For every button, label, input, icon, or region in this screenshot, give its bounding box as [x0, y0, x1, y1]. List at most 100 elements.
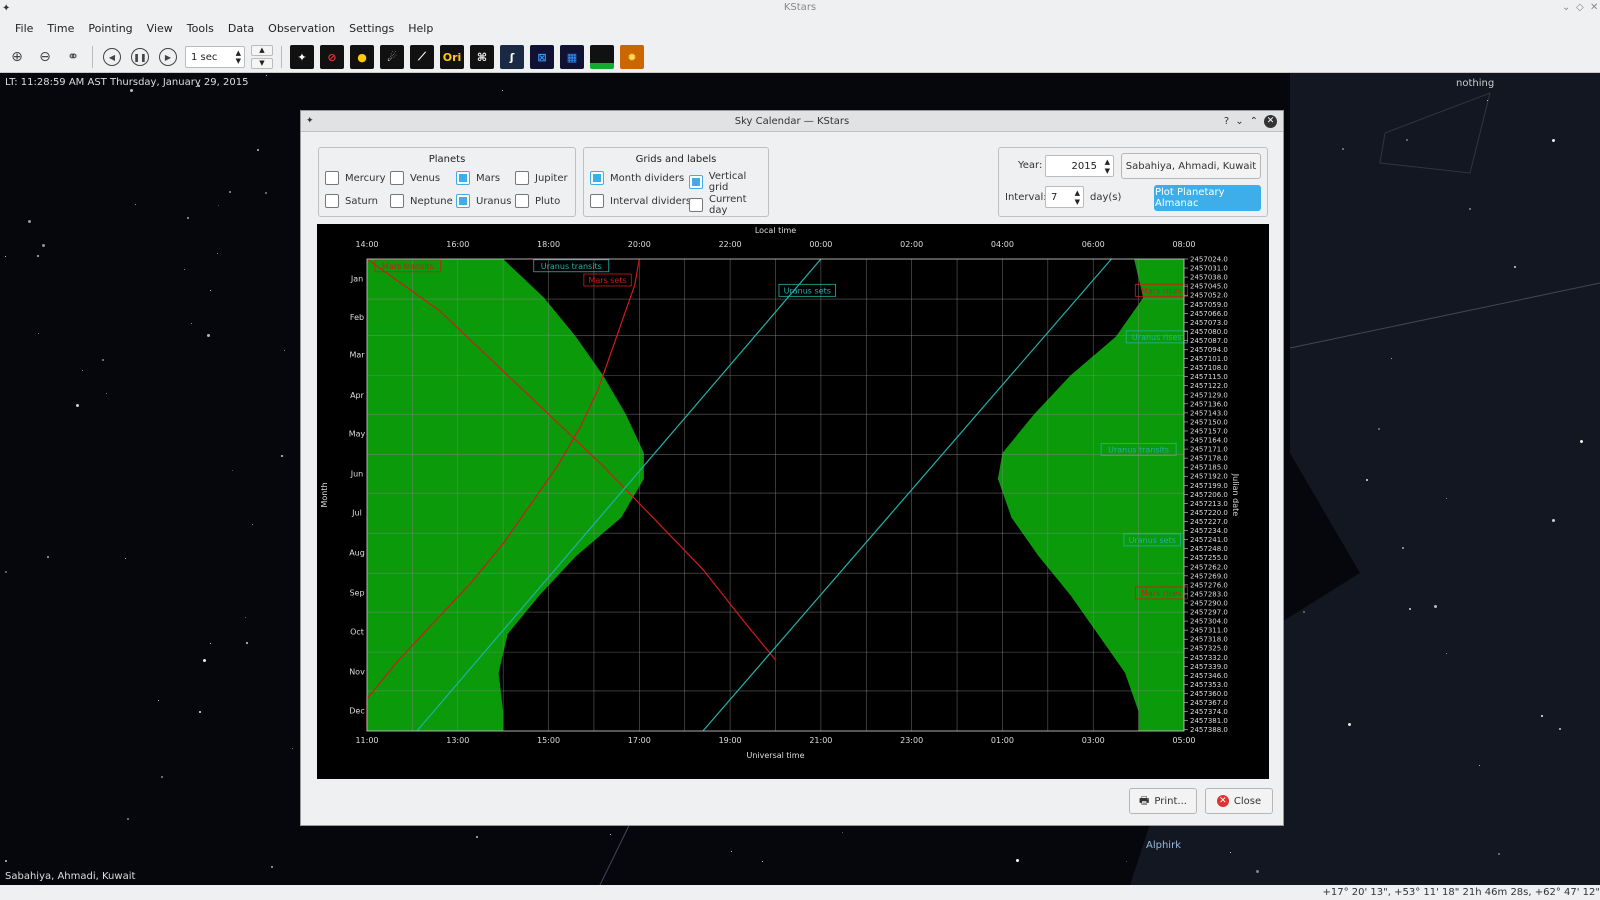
julian-date-label: 2457045.0 [1190, 283, 1228, 291]
plot-almanac-button[interactable]: Plot Planetary Almanac [1154, 185, 1261, 211]
star [762, 861, 763, 862]
checkbox-mars[interactable]: Mars [456, 171, 500, 185]
julian-date-label: 2457367.0 [1190, 699, 1228, 707]
local-time-label: LT: 11:28:59 AM AST Thursday, January 29… [5, 77, 249, 88]
checkbox-jupiter-box[interactable] [515, 171, 529, 185]
spin-arrows-icon[interactable]: ▲ ▼ [236, 49, 241, 65]
checkbox-mercury-box[interactable] [325, 171, 339, 185]
checkbox-mercury[interactable]: Mercury [325, 171, 386, 185]
checkbox-uranus[interactable]: Uranus [456, 194, 511, 208]
year-spin-arrows-icon[interactable]: ▲ ▼ [1105, 158, 1110, 176]
checkbox-mars-box[interactable] [456, 171, 470, 185]
menu-observation[interactable]: Observation [261, 22, 342, 35]
menu-view[interactable]: View [140, 22, 180, 35]
ground-icon[interactable] [590, 45, 614, 69]
step-down-icon[interactable]: ▼ [251, 58, 273, 69]
interval-spin-arrows-icon[interactable]: ▲ ▼ [1075, 189, 1080, 207]
help-icon[interactable]: ? [1224, 111, 1229, 132]
star [1469, 208, 1471, 210]
menu-settings[interactable]: Settings [342, 22, 401, 35]
checkbox-current-day-box[interactable] [689, 198, 703, 212]
supernovae-icon[interactable]: ✹ [620, 45, 644, 69]
month-tick-label: Sep [349, 589, 364, 598]
star [191, 323, 192, 324]
geo-location-label: Sabahiya, Ahmadi, Kuwait [5, 871, 136, 882]
close-icon[interactable]: ✕ [1590, 0, 1598, 15]
maximize-icon[interactable]: ◇ [1576, 0, 1584, 15]
top-tick-label: 06:00 [1082, 240, 1105, 249]
top-tick-label: 18:00 [537, 240, 560, 249]
checkbox-neptune[interactable]: Neptune [390, 194, 453, 208]
time-unit-stepper[interactable]: ▲ ▼ [251, 45, 273, 69]
star [476, 836, 478, 838]
checkbox-current-day[interactable]: Current day [689, 194, 768, 216]
deep-sky-toggle-icon[interactable]: ⊘ [320, 45, 344, 69]
menu-pointing[interactable]: Pointing [81, 22, 139, 35]
pause-button[interactable]: ❚❚ [129, 46, 151, 68]
menu-file[interactable]: File [8, 22, 40, 35]
constellation-boundaries-icon[interactable]: ⌘ [470, 45, 494, 69]
interval-label: Interval: [1005, 192, 1047, 203]
star [217, 253, 218, 254]
month-tick-label: Feb [350, 313, 364, 322]
zoom-out-icon[interactable]: ⊖ [34, 46, 56, 68]
checkbox-saturn[interactable]: Saturn [325, 194, 378, 208]
menu-time[interactable]: Time [40, 22, 81, 35]
step-up-icon[interactable]: ▲ [251, 45, 273, 56]
location-button[interactable]: Sabahiya, Ahmadi, Kuwait [1121, 153, 1261, 179]
zoom-in-icon[interactable]: ⊕ [6, 46, 28, 68]
solar-system-toggle-icon[interactable]: ● [350, 45, 374, 69]
maximize-icon[interactable]: ⌃ [1250, 111, 1258, 132]
checkbox-jupiter[interactable]: Jupiter [515, 171, 568, 185]
checkbox-vertical-grid[interactable]: Vertical grid [689, 171, 768, 193]
checkbox-saturn-box[interactable] [325, 194, 339, 208]
close-icon[interactable]: ✕ [1264, 115, 1277, 128]
month-tick-label: Jun [350, 470, 364, 479]
checkbox-pluto-label: Pluto [535, 195, 561, 207]
checkbox-pluto[interactable]: Pluto [515, 194, 560, 208]
stars-toggle-icon[interactable]: ✦ [290, 45, 314, 69]
menu-data[interactable]: Data [221, 22, 261, 35]
menu-help[interactable]: Help [401, 22, 440, 35]
equatorial-grid-icon[interactable]: ⊠ [530, 45, 554, 69]
year-spinbox[interactable]: 2015 ▲ ▼ [1045, 155, 1114, 177]
checkbox-neptune-box[interactable] [390, 194, 404, 208]
star [1256, 870, 1259, 873]
checkbox-vertical-grid-box[interactable] [689, 175, 703, 189]
checkbox-venus-box[interactable] [390, 171, 404, 185]
checkbox-interval-dividers-box[interactable] [590, 194, 604, 208]
checkbox-venus[interactable]: Venus [390, 171, 440, 185]
milky-way-icon[interactable]: ʃ [500, 45, 524, 69]
menu-tools[interactable]: Tools [180, 22, 221, 35]
close-button[interactable]: ✕ Close [1205, 788, 1273, 814]
minimize-icon[interactable]: ⌄ [1562, 0, 1570, 15]
annotation-label: Uranus sets [1129, 536, 1176, 545]
star [125, 558, 126, 559]
comets-toggle-icon[interactable]: ☄ [380, 45, 404, 69]
time-step-spinbox[interactable]: 1 sec ▲ ▼ [185, 46, 245, 68]
checkbox-uranus-box[interactable] [456, 194, 470, 208]
interval-spinbox[interactable]: 7 ▲ ▼ [1045, 186, 1084, 208]
star [1552, 139, 1555, 142]
checkbox-month-dividers[interactable]: Month dividers [590, 171, 684, 185]
binoculars-icon[interactable]: ⚭ [62, 46, 84, 68]
step-forward-button[interactable]: ▶ [157, 46, 179, 68]
star [281, 455, 283, 457]
print-button[interactable]: 🖶 Print... [1129, 788, 1197, 814]
minimize-icon[interactable]: ⌄ [1235, 111, 1243, 132]
window-titlebar: ✦ KStars ⌄ ◇ ✕ [0, 0, 1600, 15]
month-tick-label: Oct [350, 627, 364, 636]
star [1406, 139, 1408, 141]
checkbox-interval-dividers[interactable]: Interval dividers [590, 194, 691, 208]
horizontal-grid-icon[interactable]: ▦ [560, 45, 584, 69]
step-back-button[interactable]: ◀ [101, 46, 123, 68]
constellation-lines-icon[interactable]: ⟋ [410, 45, 434, 69]
constellation-names-icon[interactable]: Ori [440, 45, 464, 69]
star [1402, 547, 1404, 549]
planets-group-title: Planets [428, 154, 466, 165]
month-tick-label: Apr [350, 391, 365, 400]
checkbox-month-dividers-box[interactable] [590, 171, 604, 185]
printer-icon: 🖶 [1139, 793, 1150, 807]
checkbox-pluto-box[interactable] [515, 194, 529, 208]
grids-group-title: Grids and labels [635, 154, 717, 165]
